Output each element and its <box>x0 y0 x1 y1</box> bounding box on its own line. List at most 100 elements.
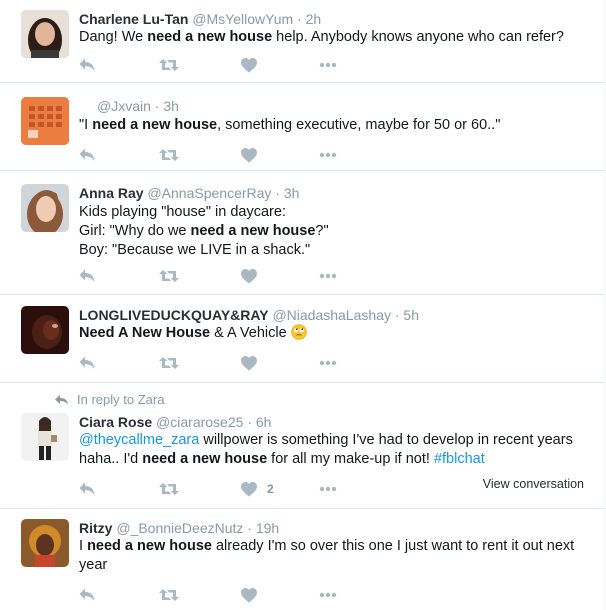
more-button[interactable] <box>319 266 337 286</box>
like-button[interactable] <box>241 145 257 165</box>
handle[interactable]: @_BonnieDeezNutz <box>116 520 243 536</box>
timeline: Charlene Lu-Tan @MsYellowYum · 2h Dang! … <box>0 0 604 610</box>
text-segment: & A Vehicle <box>210 325 291 341</box>
search-highlight: need a new house <box>147 29 273 45</box>
more-icon <box>319 360 337 366</box>
like-button[interactable]: 2 <box>241 479 274 499</box>
tweet-header: @Jxvain · 3h <box>97 97 179 115</box>
reply-icon <box>79 148 95 162</box>
search-highlight: need a new house <box>87 538 212 554</box>
text-segment: Kids playing "house" in daycare: <box>79 204 286 220</box>
text-segment: , something executive, maybe for 50 or 6… <box>217 117 501 133</box>
heart-icon <box>241 268 257 284</box>
tweet-text: @theycallme_zara willpower is something … <box>79 431 584 469</box>
tweet-actions <box>79 55 499 75</box>
tweet-header: Charlene Lu-Tan @MsYellowYum · 2h <box>79 10 321 28</box>
reply-icon <box>79 482 95 496</box>
reply-icon <box>79 588 95 602</box>
avatar[interactable] <box>21 306 69 354</box>
like-button[interactable] <box>241 55 257 75</box>
tweet-header: Ciara Rose @ciararose25 · 6h <box>79 413 271 431</box>
mention-link[interactable]: @theycallme_zara <box>79 432 199 448</box>
tweet-text: Need A New House & A Vehicle <box>79 324 584 346</box>
timestamp[interactable]: 5h <box>403 307 419 323</box>
reply-button[interactable] <box>79 145 95 165</box>
reply-button[interactable] <box>79 55 95 75</box>
retweet-icon <box>159 588 179 602</box>
view-conversation-link[interactable]: View conversation <box>483 477 584 491</box>
more-button[interactable] <box>319 145 337 165</box>
reply-button[interactable] <box>79 266 95 286</box>
text-segment: I <box>79 538 88 554</box>
timestamp[interactable]: 2h <box>306 11 322 27</box>
tweet[interactable]: Charlene Lu-Tan @MsYellowYum · 2h Dang! … <box>0 0 604 83</box>
tweet-header: Ritzy @_BonnieDeezNutz · 19h <box>79 519 279 537</box>
tweet-text: I need a new house already I'm so over t… <box>79 537 584 575</box>
fullname[interactable]: Ciara Rose <box>79 414 152 430</box>
fullname[interactable]: Ritzy <box>79 520 112 536</box>
search-highlight: Need A New House <box>79 325 211 341</box>
rolling-eyes-emoji <box>290 324 307 346</box>
reply-button[interactable] <box>79 353 95 373</box>
search-highlight: need a new house <box>92 117 218 133</box>
search-highlight: need a new house <box>190 223 316 239</box>
timestamp[interactable]: 3h <box>284 185 300 201</box>
tweet[interactable]: Ritzy @_BonnieDeezNutz · 19h I need a ne… <box>0 509 604 610</box>
more-button[interactable] <box>319 55 337 75</box>
handle[interactable]: @NiadashaLashay <box>272 307 391 323</box>
hashtag-link[interactable]: #fblchat <box>434 451 485 467</box>
avatar[interactable] <box>21 10 69 58</box>
text-segment: Girl: "Why do we <box>79 223 191 239</box>
more-button[interactable] <box>319 585 337 605</box>
timestamp[interactable]: 6h <box>256 414 272 430</box>
tweet[interactable]: LONGLIVEDUCKQUAY&RAY @NiadashaLashay · 5… <box>0 295 604 383</box>
retweet-icon <box>159 148 179 162</box>
text-segment: "I <box>79 117 93 133</box>
tweet-header: Anna Ray @AnnaSpencerRay · 3h <box>79 184 299 202</box>
text-segment: help. Anybody knows anyone who can refer… <box>272 29 564 45</box>
avatar[interactable] <box>21 519 69 567</box>
retweet-button[interactable] <box>159 55 179 75</box>
more-icon <box>319 152 337 158</box>
retweet-button[interactable] <box>159 479 179 499</box>
text-line: Boy: "Because we LIVE in a shack." <box>79 241 584 260</box>
fullname[interactable]: Charlene Lu-Tan <box>79 11 188 27</box>
handle[interactable]: @MsYellowYum <box>192 11 293 27</box>
like-button[interactable] <box>241 266 257 286</box>
timestamp[interactable]: 3h <box>163 98 179 114</box>
like-count: 2 <box>267 482 274 496</box>
like-button[interactable] <box>241 353 257 373</box>
tweet[interactable]: In reply to Zara Ciara Rose @ciararose25… <box>0 383 604 509</box>
fullname[interactable]: Anna Ray <box>79 185 144 201</box>
heart-icon <box>241 57 257 73</box>
tweet-actions <box>79 353 499 373</box>
reply-button[interactable] <box>79 479 95 499</box>
like-button[interactable] <box>241 585 257 605</box>
reply-context[interactable]: In reply to Zara <box>55 392 164 407</box>
reply-button[interactable] <box>79 585 95 605</box>
fullname[interactable]: LONGLIVEDUCKQUAY&RAY <box>79 307 269 323</box>
retweet-button[interactable] <box>159 353 179 373</box>
handle[interactable]: @Jxvain <box>97 98 151 114</box>
separator: · <box>154 98 160 114</box>
avatar[interactable] <box>21 184 69 232</box>
handle[interactable]: @ciararose25 <box>156 414 243 430</box>
more-button[interactable] <box>319 353 337 373</box>
more-icon <box>319 486 337 492</box>
retweet-button[interactable] <box>159 145 179 165</box>
separator: · <box>247 520 252 536</box>
retweet-icon <box>159 356 179 370</box>
retweet-button[interactable] <box>159 585 179 605</box>
tweet[interactable]: @Jxvain · 3h "I need a new house, someth… <box>0 83 604 171</box>
avatar[interactable] <box>21 97 69 145</box>
retweet-button[interactable] <box>159 266 179 286</box>
heart-icon <box>241 481 257 497</box>
avatar[interactable] <box>21 413 69 461</box>
handle[interactable]: @AnnaSpencerRay <box>147 185 271 201</box>
reply-icon <box>79 356 95 370</box>
more-button[interactable] <box>319 479 337 499</box>
timestamp[interactable]: 19h <box>256 520 279 536</box>
separator: · <box>275 185 280 201</box>
tweet-text: "I need a new house, something executive… <box>79 116 584 135</box>
tweet[interactable]: Anna Ray @AnnaSpencerRay · 3h Kids playi… <box>0 171 604 295</box>
